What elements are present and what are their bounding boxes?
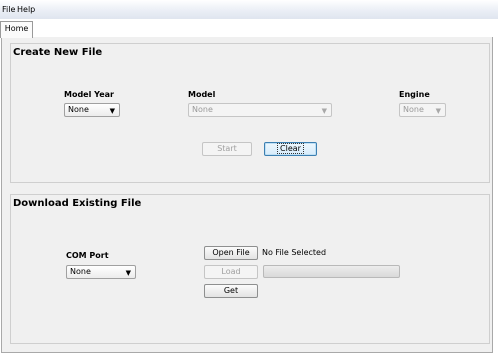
open-file-button[interactable]: Open File — [204, 246, 258, 260]
clear-button[interactable]: Clear — [264, 142, 317, 156]
model-year-select[interactable]: None ▼ — [64, 103, 120, 117]
tab-home[interactable]: Home — [0, 21, 33, 38]
model-label: Model — [188, 90, 216, 99]
com-port-select[interactable]: None ▼ — [66, 265, 136, 279]
load-button[interactable]: Load — [204, 265, 258, 279]
download-group-title: Download Existing File — [13, 198, 142, 209]
menu-help[interactable]: Help — [17, 4, 35, 16]
get-button[interactable]: Get — [204, 284, 258, 298]
start-button-label: Start — [217, 144, 237, 153]
home-panel: Create New File Model Year None ▼ Model … — [1, 37, 493, 353]
clear-button-label: Clear — [277, 143, 304, 154]
model-year-value: None — [68, 105, 89, 114]
download-existing-file-group: Download Existing File COM Port None ▼ O… — [10, 194, 490, 344]
engine-label: Engine — [399, 90, 430, 99]
create-new-file-group: Create New File Model Year None ▼ Model … — [10, 43, 490, 183]
com-port-value: None — [70, 267, 91, 276]
chevron-down-icon: ▼ — [435, 107, 441, 115]
chevron-down-icon: ▼ — [109, 107, 115, 115]
download-progress-bar — [263, 265, 400, 278]
file-status-text: No File Selected — [262, 248, 327, 257]
model-value: None — [192, 105, 213, 114]
open-file-label: Open File — [212, 248, 250, 257]
chevron-down-icon: ▼ — [125, 269, 131, 277]
load-button-label: Load — [221, 267, 241, 276]
tab-home-label: Home — [4, 24, 29, 33]
start-button[interactable]: Start — [202, 142, 252, 156]
com-port-label: COM Port — [66, 251, 109, 260]
menu-bar: File Help — [0, 0, 498, 19]
create-group-title: Create New File — [13, 47, 103, 58]
engine-value: None — [403, 105, 424, 114]
get-button-label: Get — [223, 286, 239, 295]
engine-select[interactable]: None ▼ — [399, 103, 446, 117]
model-select[interactable]: None ▼ — [188, 103, 332, 117]
menu-file[interactable]: File — [2, 4, 15, 16]
chevron-down-icon: ▼ — [321, 107, 327, 115]
model-year-label: Model Year — [64, 90, 114, 99]
